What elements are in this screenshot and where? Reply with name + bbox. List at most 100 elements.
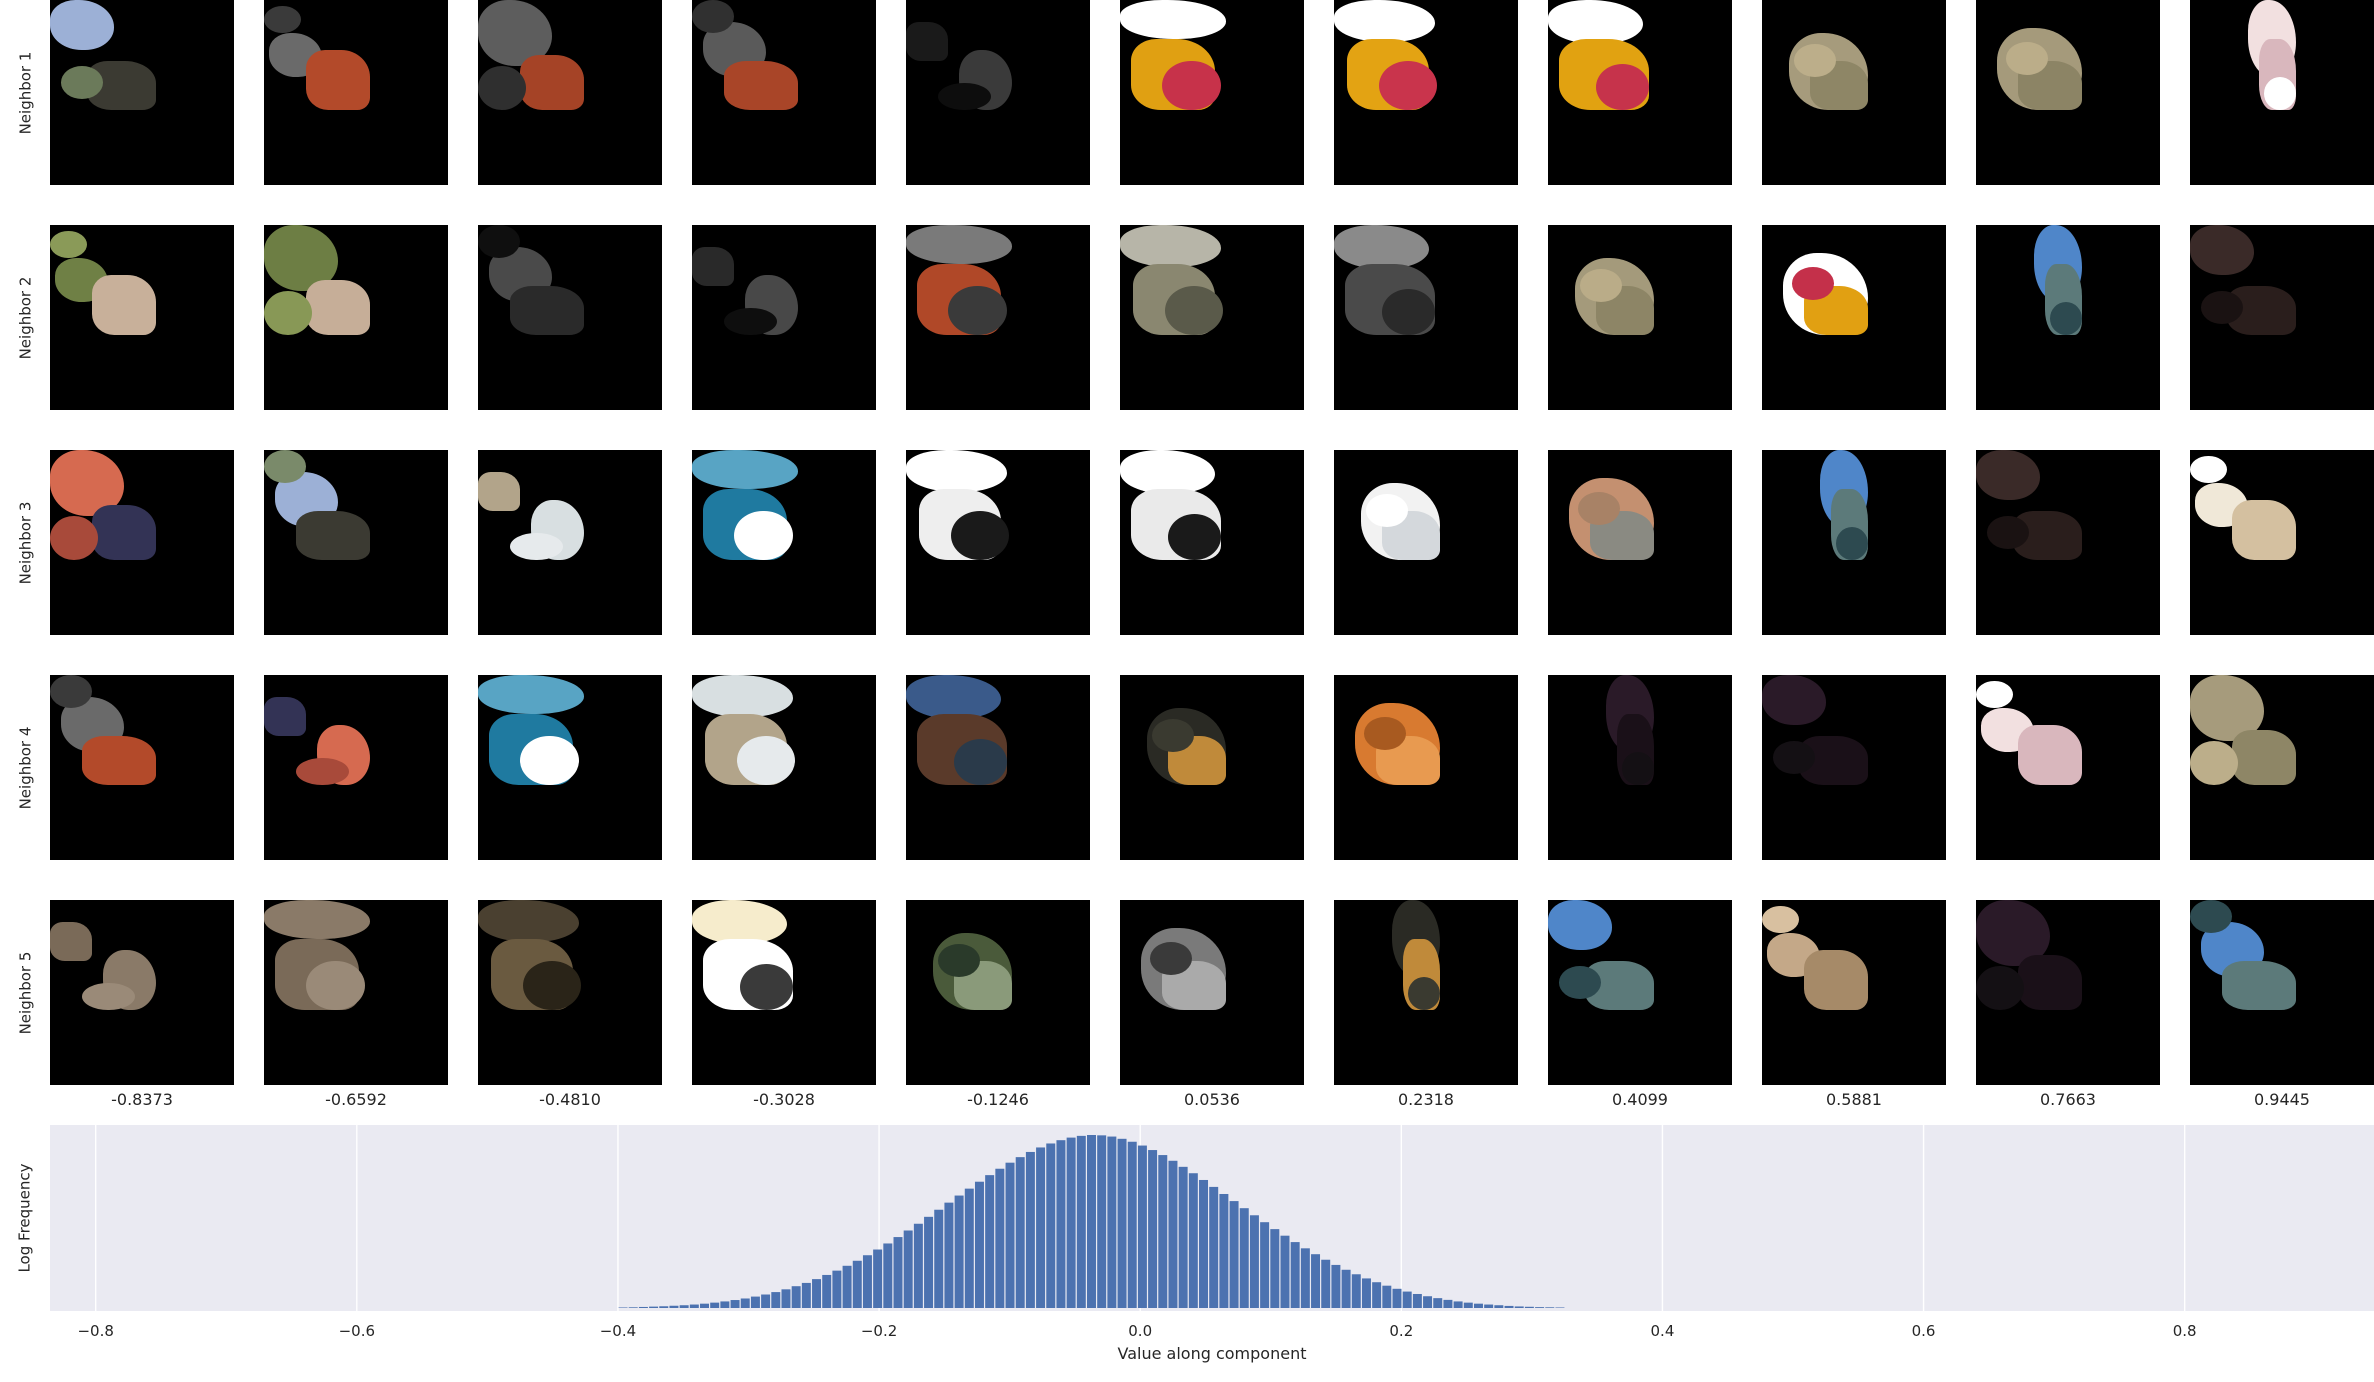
hist-bar	[1433, 1298, 1443, 1308]
segment-blob	[478, 675, 584, 714]
neighbor-tile[interactable]	[2190, 450, 2374, 635]
neighbor-tile[interactable]	[2190, 225, 2374, 410]
neighbor-tile[interactable]	[478, 450, 662, 635]
neighbor-tile[interactable]	[1548, 0, 1732, 185]
neighbor-tile[interactable]	[50, 900, 234, 1085]
segment-blob	[50, 230, 88, 258]
neighbor-tile[interactable]	[692, 900, 876, 1085]
segment-patch	[1762, 900, 1868, 1010]
neighbor-tile[interactable]	[692, 0, 876, 185]
segment-blob	[2190, 225, 2254, 275]
neighbor-tile[interactable]	[50, 0, 234, 185]
segment-patch	[50, 225, 156, 335]
hist-bar	[730, 1300, 740, 1308]
row-label-neighbor-2: Neighbor 2	[0, 225, 50, 410]
segment-patch	[1976, 675, 2082, 785]
hist-bar	[1107, 1136, 1117, 1308]
segment-blob	[2200, 291, 2243, 324]
hist-x-tick-label: −0.2	[860, 1322, 898, 1340]
neighbor-tile[interactable]	[478, 0, 662, 185]
neighbor-tile[interactable]	[1334, 675, 1518, 860]
neighbor-tile[interactable]	[1762, 900, 1946, 1085]
neighbor-tile[interactable]	[692, 225, 876, 410]
segment-patch	[1548, 450, 1654, 560]
neighbor-tile[interactable]	[478, 675, 662, 860]
segment-patch	[2190, 225, 2296, 335]
neighbor-tile[interactable]	[1120, 450, 1304, 635]
segment-blob	[692, 450, 798, 489]
neighbor-tile[interactable]	[906, 0, 1090, 185]
neighbor-tile[interactable]	[1120, 0, 1304, 185]
hist-bar	[689, 1304, 699, 1308]
neighbor-tile[interactable]	[692, 675, 876, 860]
neighbor-tile[interactable]	[478, 900, 662, 1085]
neighbor-tile[interactable]	[2190, 0, 2374, 185]
neighbor-tile[interactable]	[1120, 675, 1304, 860]
neighbor-tile[interactable]	[1548, 900, 1732, 1085]
neighbor-tile[interactable]	[1976, 225, 2160, 410]
neighbor-tile[interactable]	[50, 225, 234, 410]
neighbor-tile[interactable]	[478, 225, 662, 410]
segment-patch	[2190, 0, 2296, 110]
neighbor-tile[interactable]	[264, 675, 448, 860]
segment-blob	[2050, 302, 2082, 335]
segment-blob	[1151, 719, 1195, 752]
hist-bar	[1494, 1305, 1504, 1308]
segment-blob	[264, 900, 370, 939]
hist-bar	[852, 1260, 862, 1308]
neighbor-tile[interactable]	[906, 675, 1090, 860]
segment-patch	[906, 225, 1012, 335]
hist-bar	[1504, 1305, 1514, 1308]
neighbor-tile[interactable]	[1334, 0, 1518, 185]
segment-patch	[1334, 675, 1440, 785]
neighbor-tile[interactable]	[692, 450, 876, 635]
neighbor-tile[interactable]	[1762, 450, 1946, 635]
segment-blob	[1762, 675, 1826, 725]
neighbor-tile[interactable]	[1762, 0, 1946, 185]
hist-bar	[1148, 1150, 1158, 1308]
hist-bar	[628, 1307, 638, 1308]
neighbor-tile[interactable]	[264, 900, 448, 1085]
neighbor-tile[interactable]	[906, 450, 1090, 635]
neighbor-tile[interactable]	[2190, 900, 2374, 1085]
segment-blob	[92, 505, 156, 560]
segment-patch	[1976, 225, 2082, 335]
segment-patch	[264, 225, 370, 335]
hist-bar	[1321, 1259, 1331, 1308]
neighbor-tile[interactable]	[1120, 225, 1304, 410]
neighbor-tile[interactable]	[1334, 900, 1518, 1085]
neighbor-tile[interactable]	[1976, 900, 2160, 1085]
neighbor-tile[interactable]	[906, 900, 1090, 1085]
neighbor-tile[interactable]	[2190, 675, 2374, 860]
neighbor-tile[interactable]	[50, 675, 234, 860]
segment-blob	[1120, 225, 1221, 267]
neighbor-tile[interactable]	[264, 225, 448, 410]
hist-bar	[974, 1181, 984, 1308]
neighbor-tile[interactable]	[906, 225, 1090, 410]
neighbor-tile[interactable]	[1976, 675, 2160, 860]
neighbor-tile[interactable]	[1548, 225, 1732, 410]
neighbor-tile[interactable]	[1762, 675, 1946, 860]
segment-blob	[1548, 900, 1612, 950]
hist-x-tick-label: 0.0	[1128, 1322, 1153, 1340]
neighbor-tile[interactable]	[50, 450, 234, 635]
neighbor-tile[interactable]	[264, 0, 448, 185]
neighbor-tile[interactable]	[1548, 675, 1732, 860]
segment-patch	[1120, 0, 1226, 110]
neighbor-tile[interactable]	[1334, 450, 1518, 635]
neighbor-tile[interactable]	[1976, 450, 2160, 635]
neighbor-tile[interactable]	[1548, 450, 1732, 635]
neighbor-tile[interactable]	[1334, 225, 1518, 410]
segment-blob	[478, 900, 579, 942]
segment-blob	[2018, 955, 2082, 1010]
segment-blob	[478, 66, 526, 110]
segment-blob	[264, 291, 312, 335]
segment-blob	[1622, 752, 1654, 785]
hist-bar	[1056, 1140, 1066, 1308]
segment-patch	[1120, 225, 1226, 335]
neighbor-tile[interactable]	[1976, 0, 2160, 185]
segment-blob	[906, 675, 1002, 719]
neighbor-tile[interactable]	[264, 450, 448, 635]
neighbor-tile[interactable]	[1762, 225, 1946, 410]
neighbor-tile[interactable]	[1120, 900, 1304, 1085]
